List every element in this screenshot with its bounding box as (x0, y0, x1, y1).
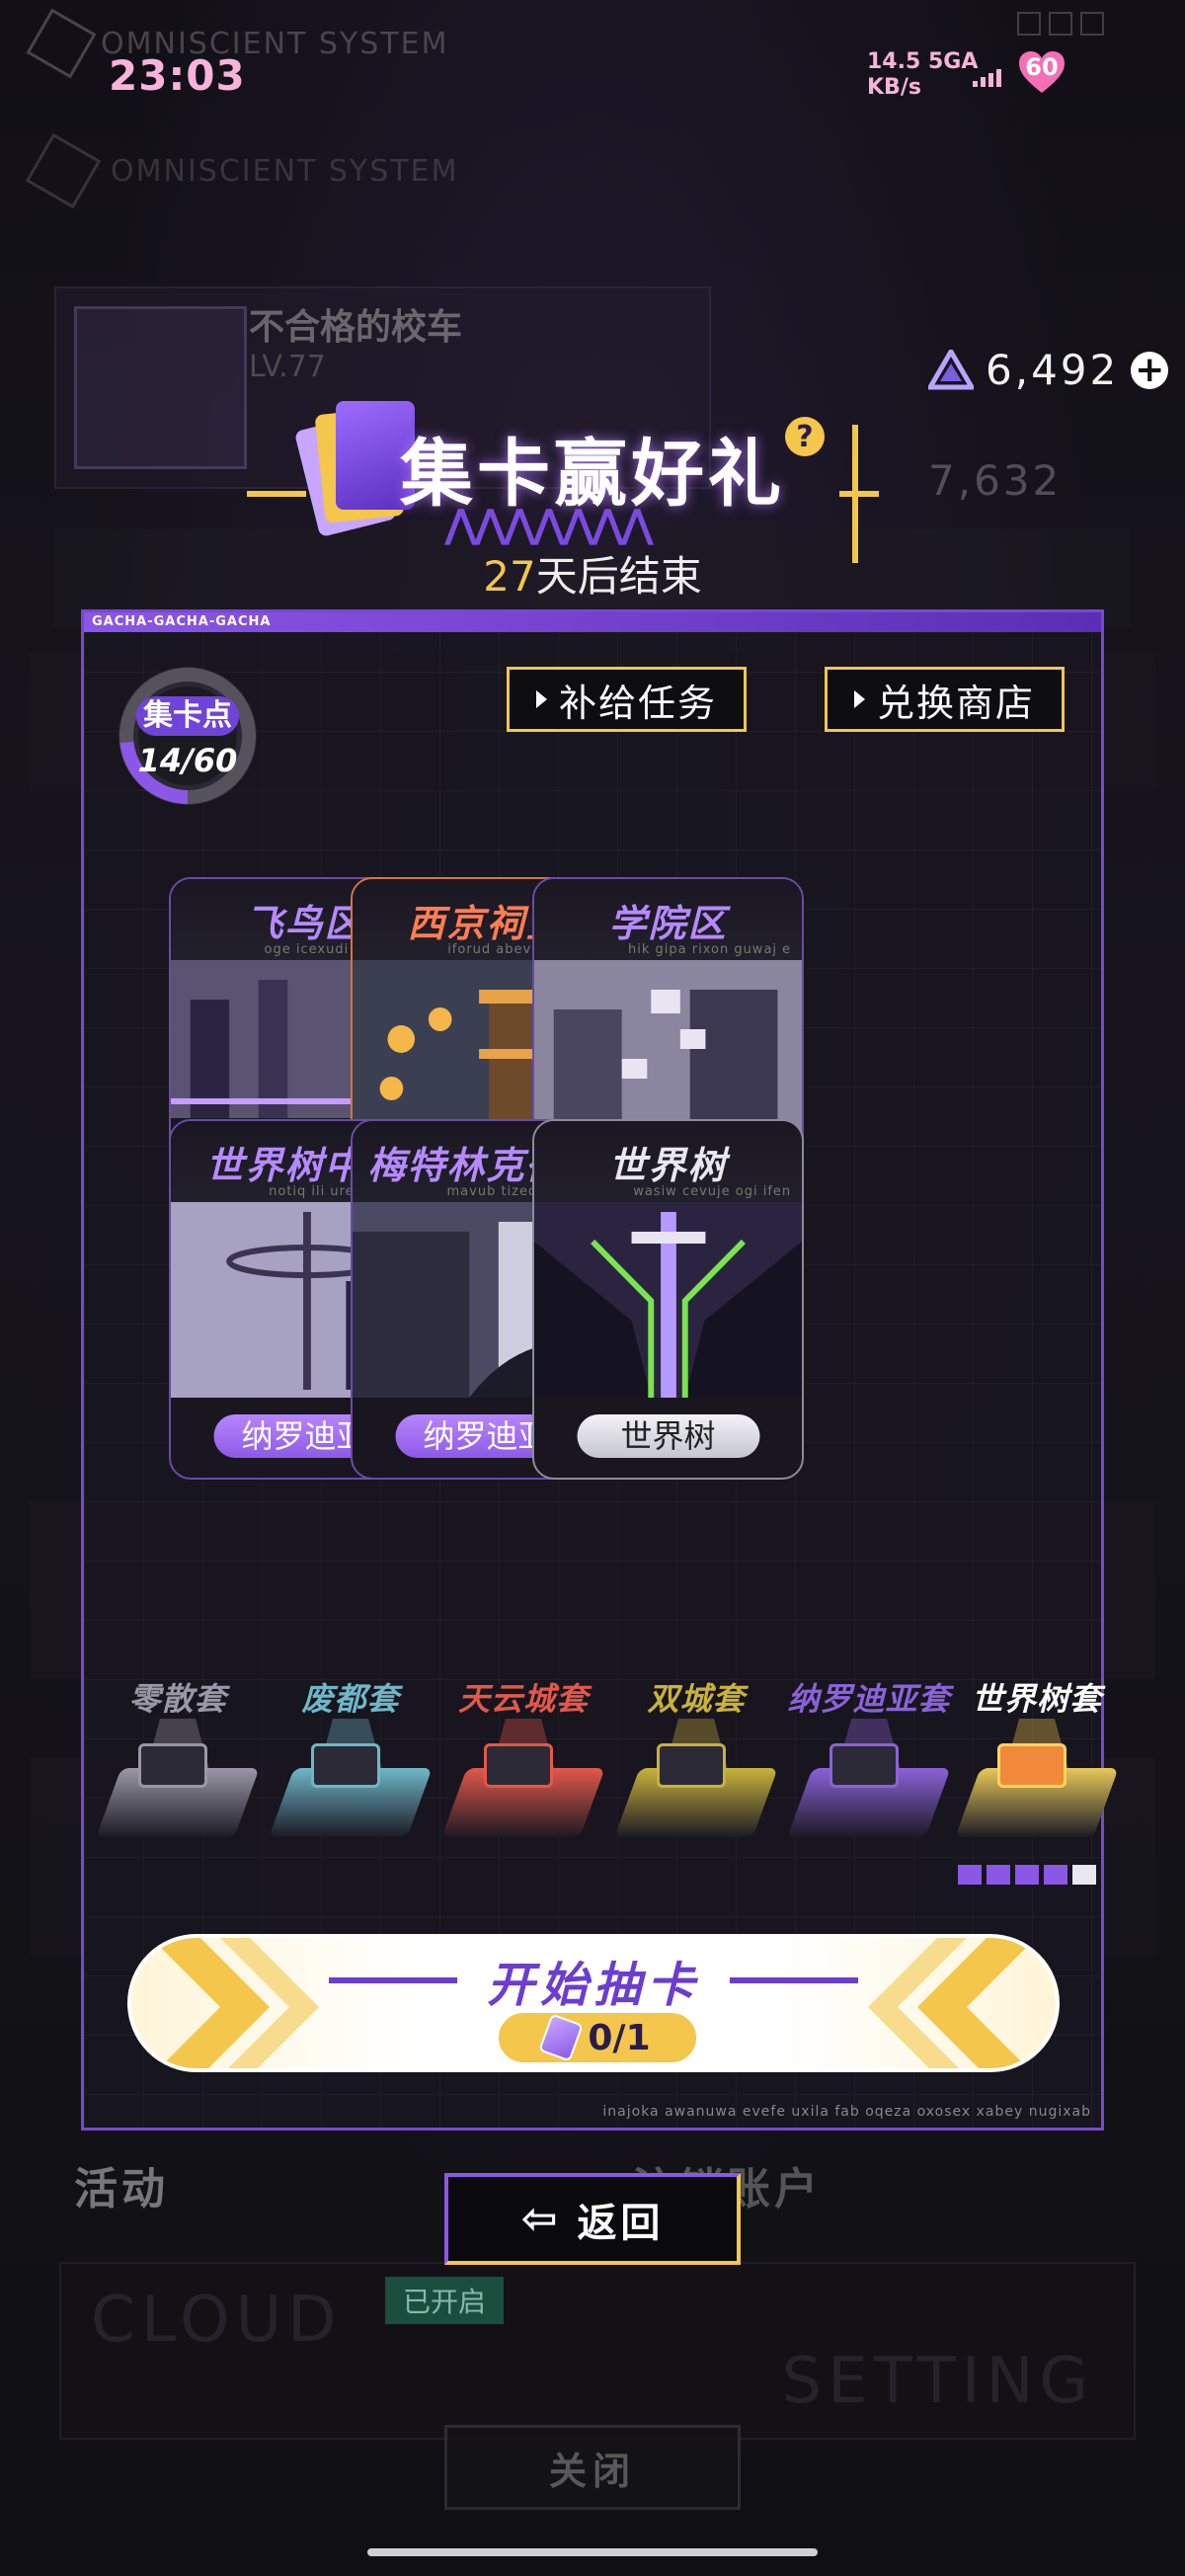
net-unit: KB/s (867, 75, 921, 100)
home-indicator[interactable] (367, 2548, 818, 2556)
card-set-name: 天云城套 (457, 1680, 589, 1718)
card-set-item[interactable]: 天云城套 (439, 1674, 607, 1852)
card-set-model-icon (657, 1743, 726, 1788)
card-set-model-icon (830, 1743, 899, 1788)
card-set-item[interactable]: 纳罗迪亚套 (785, 1674, 953, 1852)
status-bar: OMNISCIENT SYSTEM 23:03 14.5 5GA KB/s 60 (0, 0, 1185, 109)
add-currency-button[interactable]: + (1131, 351, 1169, 389)
help-button[interactable]: ? (785, 417, 825, 456)
background-brand-text: OMNISCIENT SYSTEM (111, 153, 459, 189)
page-indicator (958, 1865, 1096, 1885)
title-decor-line (839, 491, 879, 497)
net-speed-value: 14.5 (867, 49, 921, 74)
card-set-name: 纳罗迪亚套 (787, 1680, 951, 1718)
card-set-item[interactable]: 世界树套 (953, 1674, 1121, 1852)
card-stack-icon (293, 395, 415, 538)
avatar (74, 306, 247, 469)
start-draw-label: 开始抽卡 (486, 1958, 700, 2013)
background-currency: 7,632 (928, 456, 1062, 505)
card-set-name: 废都套 (301, 1680, 400, 1718)
card-set-name: 世界树套 (971, 1680, 1102, 1718)
points-ring (118, 667, 257, 805)
supply-task-button[interactable]: 补给任务 (507, 667, 747, 732)
card-set-item[interactable]: 零散套 (94, 1674, 262, 1852)
top-right-icons (1017, 12, 1104, 36)
title-decor-cross (852, 425, 858, 563)
return-label: 返回 (577, 2200, 665, 2246)
net-type: 5GA (927, 49, 979, 74)
clock: 23:03 (109, 51, 246, 100)
currency-display: 6,492 + (928, 346, 1169, 394)
title-decor-line (247, 491, 306, 497)
panel-footer-text: inajoka awanuwa evefe uxila fab oqeza ox… (602, 2104, 1091, 2120)
return-button[interactable]: ⇦ 返回 (444, 2173, 741, 2265)
event-countdown: 27天后结束 (247, 543, 938, 604)
card-set-model-icon (997, 1743, 1066, 1788)
return-arrow-icon: ⇦ (520, 2194, 562, 2244)
ticket-icon (538, 2013, 585, 2062)
area-name: 世界树 (608, 1144, 728, 1187)
gacha-panel: GACHA-GACHA-GACHA 集卡点 14/60 飞鸟区 oge icexu… (81, 609, 1119, 2131)
card-set-model-icon (138, 1743, 207, 1788)
network-speed: 14.5 5GA KB/s (867, 49, 978, 101)
area-subtitle: wasiw cevuje ogi ifen (633, 1184, 792, 1199)
card-set-item[interactable]: 双城套 (612, 1674, 780, 1852)
panel-header-tag: GACHA-GACHA-GACHA (92, 614, 272, 629)
background-activity-label: 活动 (74, 2164, 169, 2214)
area-card[interactable]: 世界树 wasiw cevuje ogi ifen 世界树 (532, 1119, 804, 1480)
days-suffix: 天后结束 (535, 552, 702, 601)
background-logo: OMNISCIENT SYSTEM (25, 132, 459, 209)
play-triangle-icon (853, 690, 865, 708)
supply-task-button-label: 补给任务 (558, 681, 717, 725)
card-points-gauge: 集卡点 14/60 (109, 657, 267, 815)
battery-heart-icon: 60 (1017, 49, 1066, 95)
start-draw-button[interactable]: 开始抽卡 0/1 (127, 1934, 1060, 2072)
points-label: 集卡点 (136, 696, 239, 736)
play-triangle-icon (535, 690, 547, 708)
enabled-badge: 已开启 (385, 2277, 505, 2324)
currency-value: 6,492 (986, 346, 1120, 394)
hexagon-logo-icon (25, 132, 102, 209)
draw-ticket-cost: 0/1 (499, 2013, 696, 2062)
days-remaining: 27 (483, 552, 536, 601)
event-title-block: 集卡赢好礼 ? ⋀⋀⋀⋀⋀⋀⋀ 27天后结束 (247, 385, 889, 603)
exchange-shop-button[interactable]: 兑换商店 (825, 667, 1065, 732)
panel-header-bar: GACHA-GACHA-GACHA (84, 612, 1101, 632)
card-set-model-icon (311, 1743, 380, 1788)
setting-label: SETTING (781, 2345, 1094, 2418)
background-currency-value: 7,632 (928, 456, 1063, 505)
battery-level: 60 (1025, 53, 1059, 81)
background-cloud-setting: CLOUD SETTING (59, 2262, 1136, 2440)
area-scene-image (534, 1202, 802, 1398)
profile-level: LV.77 (249, 350, 326, 384)
area-name: 学院区 (608, 902, 728, 945)
hexagon-logo-icon (26, 8, 97, 79)
card-set-name: 双城套 (647, 1680, 746, 1718)
signal-icon (973, 69, 1001, 87)
area-region-tag: 世界树 (577, 1414, 759, 1458)
area-subtitle: hik gipa rixon guwaj e (628, 942, 792, 957)
draw-cost-value: 0/1 (588, 2017, 651, 2058)
profile-name: 不合格的校车 (249, 307, 463, 348)
points-value: 14/60 (137, 742, 238, 779)
card-set-model-icon (484, 1743, 553, 1788)
card-set-name: 零散套 (128, 1680, 227, 1718)
title-decor-pattern: ⋀⋀⋀⋀⋀⋀⋀ (444, 502, 654, 547)
background-close-button: 关闭 (444, 2425, 741, 2510)
crystal-currency-icon (928, 349, 974, 389)
cloud-label: CLOUD (91, 2284, 343, 2357)
card-set-item[interactable]: 废都套 (267, 1674, 434, 1852)
exchange-shop-button-label: 兑换商店 (876, 681, 1035, 725)
